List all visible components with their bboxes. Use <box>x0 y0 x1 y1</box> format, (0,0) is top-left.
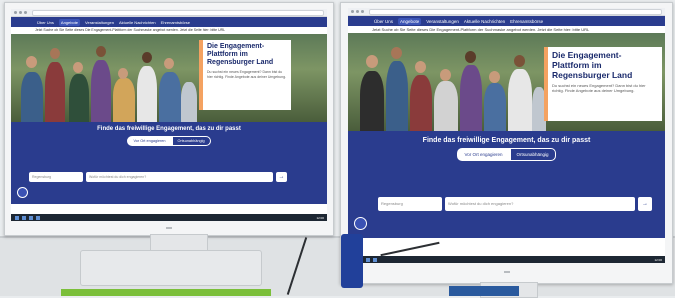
nav-item-angebote[interactable]: Angebote <box>398 17 422 25</box>
location-input[interactable]: Regensburg <box>378 197 442 211</box>
nav-item-ueber-uns[interactable]: Über Uns <box>374 19 393 24</box>
nav-item-ehrenamtsboerse[interactable]: Ehrenamtsbörse <box>161 20 190 25</box>
monitor-right: Über Uns Angebote Veranstaltungen Aktuel… <box>340 2 673 284</box>
reload-icon[interactable] <box>361 10 364 13</box>
taskbar-app-icon[interactable] <box>22 215 26 220</box>
toggle-vor-ort[interactable]: Vor Ort engagieren <box>127 136 172 146</box>
start-icon[interactable] <box>15 215 19 220</box>
forward-icon[interactable] <box>19 11 22 14</box>
taskbar-app-icon[interactable] <box>36 215 40 220</box>
monitor-logo <box>503 271 510 273</box>
hero-description: Du suchst ein neues Engagement? Dann bis… <box>552 83 646 93</box>
taskbar-app-icon[interactable] <box>373 257 377 262</box>
taskbar-clock: 12:00 <box>654 257 662 262</box>
taskbar-clock: 12:00 <box>316 215 324 220</box>
nav-item-nachrichten[interactable]: Aktuelle Nachrichten <box>464 19 505 24</box>
back-icon[interactable] <box>14 11 17 14</box>
location-toggle[interactable]: Vor Ort engagieren Ortsunabhängig <box>348 148 665 161</box>
screen-left: Über Uns Angebote Veranstaltungen Aktuel… <box>11 9 327 221</box>
taskbar-app-icon[interactable] <box>366 257 370 262</box>
toggle-vor-ort[interactable]: Vor Ort engagieren <box>457 148 510 161</box>
search-panel: Finde das freiwillige Engagement, das zu… <box>11 122 327 204</box>
reload-icon[interactable] <box>24 11 27 14</box>
hero-description: Du suchst ein neues Engagement? Dann bis… <box>207 70 286 79</box>
hero-image: Die Engagement-Plattform im Regensburger… <box>348 33 665 131</box>
search-heading: Finde das freiwillige Engagement, das zu… <box>97 126 241 132</box>
monitor-logo <box>166 227 172 229</box>
usb-stick <box>341 234 363 288</box>
hero-card: Die Engagement-Plattform im Regensburger… <box>199 40 291 110</box>
hero-title: Die Engagement-Plattform im Regensburger… <box>552 50 633 80</box>
keyword-input[interactable]: Wofür möchtest du dich engagieren? <box>86 172 273 182</box>
search-submit-button[interactable]: → <box>638 197 652 211</box>
location-input[interactable]: Regensburg <box>29 172 83 182</box>
browser-toolbar <box>348 8 665 16</box>
search-heading: Finde das freiwillige Engagement, das zu… <box>422 137 591 144</box>
back-icon[interactable] <box>351 10 354 13</box>
nav-item-veranstaltungen[interactable]: Veranstaltungen <box>426 19 459 24</box>
hero-title: Die Engagement-Plattform im Regensburger… <box>207 43 274 66</box>
browser-toolbar <box>11 9 327 17</box>
site-navigation: Über Uns Angebote Veranstaltungen Aktuel… <box>11 17 327 27</box>
monitor-left: Über Uns Angebote Veranstaltungen Aktuel… <box>4 2 334 236</box>
nav-item-veranstaltungen[interactable]: Veranstaltungen <box>85 20 114 25</box>
nav-item-ueber-uns[interactable]: Über Uns <box>37 20 54 25</box>
info-banner: Jetzt Suche ob Sie Seite dieses Die Enga… <box>11 27 327 34</box>
screen-right: Über Uns Angebote Veranstaltungen Aktuel… <box>348 8 665 263</box>
taskbar-app-icon[interactable] <box>29 215 33 220</box>
toggle-ortsunabhaengig[interactable]: Ortsunabhängig <box>171 136 211 146</box>
windows-taskbar: 12:00 <box>348 256 665 263</box>
hero-card: Die Engagement-Plattform im Regensburger… <box>544 47 662 121</box>
keyword-input[interactable]: Wofür möchtest du dich engagieren? <box>445 197 635 211</box>
nav-item-nachrichten[interactable]: Aktuelle Nachrichten <box>119 20 156 25</box>
windows-taskbar: 12:00 <box>11 214 327 221</box>
address-bar[interactable] <box>32 9 324 16</box>
blue-box <box>449 286 519 296</box>
search-submit-button[interactable]: → <box>276 172 287 182</box>
accessibility-icon[interactable] <box>354 217 367 230</box>
search-row: Regensburg Wofür möchtest du dich engagi… <box>29 172 287 182</box>
nav-item-angebote[interactable]: Angebote <box>58 18 81 26</box>
site-navigation: Über Uns Angebote Veranstaltungen Aktuel… <box>348 16 665 26</box>
green-book <box>61 289 271 296</box>
search-panel: Finde das freiwillige Engagement, das zu… <box>348 131 665 238</box>
address-bar[interactable] <box>369 8 662 15</box>
search-row: Regensburg Wofür möchtest du dich engagi… <box>378 197 652 211</box>
accessibility-icon[interactable] <box>17 187 28 198</box>
monitor-stand-base-left <box>80 250 262 286</box>
location-toggle[interactable]: Vor Ort engagieren Ortsunabhängig <box>11 136 327 146</box>
forward-icon[interactable] <box>356 10 359 13</box>
info-banner: Jetzt Suche ob Sie Seite dieses Die Enga… <box>348 26 665 33</box>
hero-image: Die Engagement-Plattform im Regensburger… <box>11 34 327 122</box>
nav-item-ehrenamtsboerse[interactable]: Ehrenamtsbörse <box>510 19 543 24</box>
toggle-ortsunabhaengig[interactable]: Ortsunabhängig <box>509 148 556 161</box>
